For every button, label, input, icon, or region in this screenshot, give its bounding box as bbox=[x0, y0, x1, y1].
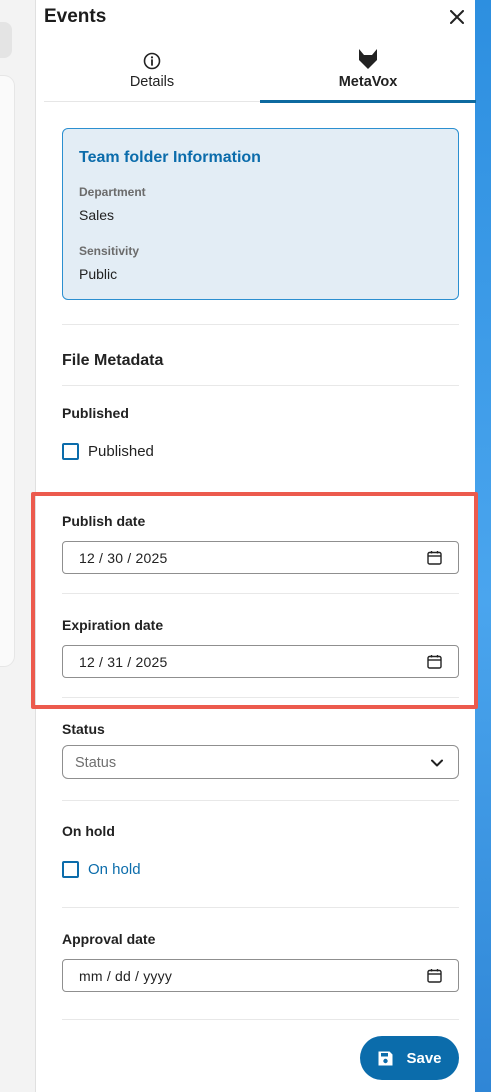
close-icon bbox=[450, 10, 464, 24]
background-card bbox=[0, 76, 14, 666]
divider bbox=[62, 593, 459, 594]
publish-date-value: 12 / 30 / 2025 bbox=[79, 550, 168, 566]
background-panel bbox=[0, 0, 35, 1092]
status-select[interactable]: Status bbox=[62, 745, 459, 779]
calendar-icon[interactable] bbox=[427, 654, 442, 669]
team-folder-info-title: Team folder Information bbox=[79, 149, 261, 166]
sensitivity-value: Public bbox=[79, 266, 118, 282]
team-folder-info-card: Team folder Information Department Sales… bbox=[62, 128, 459, 300]
sidebar-panel: Events Details MetaVox Team folder Infor… bbox=[31, 0, 478, 1092]
tab-metavox[interactable]: MetaVox bbox=[260, 42, 476, 103]
save-button[interactable]: Save bbox=[360, 1036, 459, 1080]
save-icon bbox=[378, 1051, 393, 1065]
on-hold-label: On hold bbox=[62, 823, 115, 839]
divider bbox=[62, 697, 459, 698]
save-button-label: Save bbox=[406, 1049, 442, 1067]
divider bbox=[62, 385, 459, 386]
checkbox-box[interactable] bbox=[62, 442, 79, 460]
expiration-date-label: Expiration date bbox=[62, 617, 164, 633]
approval-date-value: mm / dd / yyyy bbox=[79, 968, 173, 984]
publish-date-input[interactable]: 12 / 30 / 2025 bbox=[62, 541, 459, 574]
published-checkbox[interactable]: Published bbox=[62, 440, 154, 462]
published-field-label: Published bbox=[62, 405, 129, 421]
on-hold-checkbox-label[interactable]: On hold bbox=[88, 861, 141, 878]
department-label: Department bbox=[79, 185, 146, 199]
desktop-edge bbox=[475, 0, 491, 1092]
expiration-date-input[interactable]: 12 / 31 / 2025 bbox=[62, 645, 459, 678]
close-button[interactable] bbox=[444, 4, 470, 30]
published-checkbox-label[interactable]: Published bbox=[88, 443, 154, 460]
calendar-icon[interactable] bbox=[427, 968, 442, 983]
publish-date-label: Publish date bbox=[62, 513, 146, 529]
fox-icon bbox=[359, 49, 377, 69]
chevron-down-icon bbox=[431, 759, 443, 767]
divider bbox=[62, 907, 459, 908]
checkbox-box[interactable] bbox=[62, 860, 79, 878]
department-value: Sales bbox=[79, 207, 115, 223]
on-hold-checkbox[interactable]: On hold bbox=[62, 858, 141, 880]
tab-bar: Details MetaVox bbox=[44, 42, 476, 103]
sidebar-title: Events bbox=[44, 6, 107, 27]
sidebar-header: Events bbox=[44, 4, 472, 32]
divider bbox=[62, 324, 459, 325]
sensitivity-label: Sensitivity bbox=[79, 244, 140, 258]
status-placeholder: Status bbox=[75, 755, 117, 771]
expiration-date-value: 12 / 31 / 2025 bbox=[79, 654, 168, 670]
tab-details[interactable]: Details bbox=[44, 42, 260, 102]
calendar-icon[interactable] bbox=[427, 550, 442, 565]
approval-date-label: Approval date bbox=[62, 931, 156, 947]
tab-metavox-label: MetaVox bbox=[338, 74, 398, 90]
status-label: Status bbox=[62, 721, 105, 737]
divider bbox=[62, 800, 459, 801]
tab-details-label: Details bbox=[129, 74, 175, 90]
divider bbox=[62, 1019, 459, 1020]
file-metadata-title: File Metadata bbox=[62, 352, 164, 369]
info-icon bbox=[143, 52, 161, 70]
approval-date-input[interactable]: mm / dd / yyyy bbox=[62, 959, 459, 992]
background-chip bbox=[0, 22, 12, 58]
